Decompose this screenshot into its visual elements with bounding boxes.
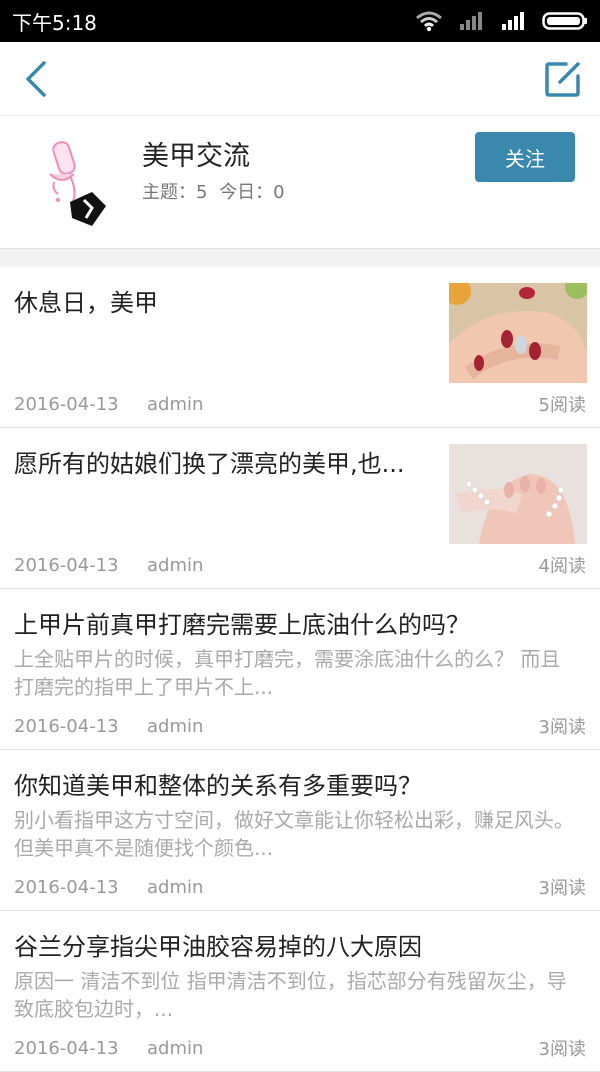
post-title: 休息日，美甲 xyxy=(14,289,158,317)
post-author: admin xyxy=(147,393,204,415)
post-meta: 2016-04-13 admin 5阅读 xyxy=(14,391,586,417)
post-item[interactable]: 谷兰分享指尖甲油胶容易掉的八大原因 原因一 清洁不到位 指甲清洁不到位，指芯部分… xyxy=(0,911,600,1072)
post-author: admin xyxy=(147,876,204,898)
post-item[interactable]: 休息日，美甲 2016-04-13 admin 5阅读 xyxy=(0,267,600,428)
post-date: 2016-04-13 xyxy=(14,1037,119,1059)
post-read-count: 5阅读 xyxy=(538,395,586,416)
signal-icon-2 xyxy=(502,12,524,30)
wifi-icon xyxy=(416,11,442,32)
post-excerpt: 上全贴甲片的时候，真甲打磨完，需要涂底油什么的么？ 而且打磨完的指甲上了甲片不上… xyxy=(14,647,561,699)
post-item[interactable]: 上甲片前真甲打磨完需要上底油什么的吗？ 上全贴甲片的时候，真甲打磨完，需要涂底油… xyxy=(0,589,600,750)
post-read-count: 3阅读 xyxy=(538,878,586,899)
post-title: 愿所有的姑娘们换了漂亮的美甲,也... xyxy=(14,450,405,478)
signal-icon-1 xyxy=(460,12,482,30)
post-read-count: 3阅读 xyxy=(538,1039,586,1060)
section-divider xyxy=(0,249,600,267)
top-nav-bar xyxy=(0,42,600,116)
post-date: 2016-04-13 xyxy=(14,393,119,415)
post-meta: 2016-04-13 admin 3阅读 xyxy=(14,713,586,739)
post-author: admin xyxy=(147,1037,204,1059)
post-meta: 2016-04-13 admin 3阅读 xyxy=(14,1035,586,1061)
post-read-count: 4阅读 xyxy=(538,556,586,577)
topics-count: 主题：5 xyxy=(142,182,208,203)
status-bar: 下午5:18 xyxy=(0,0,600,42)
compose-icon[interactable] xyxy=(544,60,582,98)
post-title: 你知道美甲和整体的关系有多重要吗？ xyxy=(14,772,422,800)
post-date: 2016-04-13 xyxy=(14,554,119,576)
post-author: admin xyxy=(147,715,204,737)
post-meta: 2016-04-13 admin 4阅读 xyxy=(14,552,586,578)
post-item[interactable]: 愿所有的姑娘们换了漂亮的美甲,也... 2016-04-13 admin 4阅读 xyxy=(0,428,600,589)
post-date: 2016-04-13 xyxy=(14,715,119,737)
post-list: 休息日，美甲 2016-04-13 admin 5阅读 愿所有的姑娘们换了漂亮的… xyxy=(0,267,600,1072)
post-excerpt: 别小看指甲这方寸空间，做好文章能让你轻松出彩，赚足风头。但美甲真不是随便找个颜色… xyxy=(14,808,574,860)
post-read-count: 3阅读 xyxy=(538,717,586,738)
post-title: 谷兰分享指尖甲油胶容易掉的八大原因 xyxy=(14,933,422,961)
post-author: admin xyxy=(147,554,204,576)
status-icons xyxy=(414,10,588,32)
post-excerpt: 原因一 清洁不到位 指甲清洁不到位，指芯部分有残留灰尘，导致底胶包边时，... xyxy=(14,969,567,1021)
post-date: 2016-04-13 xyxy=(14,876,119,898)
post-thumbnail-image xyxy=(449,283,587,383)
back-arrow-icon[interactable] xyxy=(22,59,50,99)
forum-title: 美甲交流 xyxy=(142,141,250,172)
post-title: 上甲片前真甲打磨完需要上底油什么的吗？ xyxy=(14,611,470,639)
battery-icon xyxy=(542,12,587,30)
forum-header: 美甲交流 主题：5 今日：0 关注 xyxy=(0,116,600,249)
forum-stats: 主题：5 今日：0 xyxy=(142,178,291,204)
today-count: 今日：0 xyxy=(219,182,285,203)
post-thumbnail-image xyxy=(449,444,587,544)
post-item[interactable]: 你知道美甲和整体的关系有多重要吗？ 别小看指甲这方寸空间，做好文章能让你轻松出彩… xyxy=(0,750,600,911)
nail-polish-logo-icon xyxy=(49,141,106,226)
status-time: 下午5:18 xyxy=(12,10,97,35)
post-meta: 2016-04-13 admin 3阅读 xyxy=(14,874,586,900)
follow-button[interactable]: 关注 xyxy=(475,132,575,182)
